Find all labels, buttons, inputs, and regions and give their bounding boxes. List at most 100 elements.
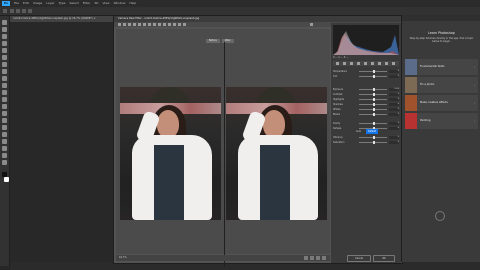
white-balance-tool-icon[interactable]: [128, 23, 131, 26]
tone-curve-icon[interactable]: [343, 62, 346, 65]
slider-value[interactable]: 0: [389, 93, 399, 96]
zoom-level[interactable]: 16.7%: [119, 256, 127, 260]
radial-filter-icon[interactable]: [168, 23, 171, 26]
effects-icon[interactable]: [378, 62, 381, 65]
menu-item-3d[interactable]: 3D: [94, 1, 98, 6]
color-sampler-icon[interactable]: [133, 23, 136, 26]
align-icon[interactable]: [22, 9, 26, 13]
default-button[interactable]: Default: [366, 129, 379, 134]
hsl-icon[interactable]: [357, 62, 360, 65]
learn-topic-item[interactable]: Painting ›: [405, 113, 478, 129]
slider-value[interactable]: 0: [389, 103, 399, 106]
menu-item-window[interactable]: Window: [114, 1, 126, 6]
slider-knob[interactable]: [373, 70, 375, 73]
zoom-tool-icon[interactable]: [2, 160, 7, 165]
slider-value[interactable]: 0: [389, 122, 399, 125]
slider-blacks[interactable]: Blacks 0: [333, 112, 399, 117]
cancel-button[interactable]: Cancel: [347, 255, 371, 262]
presets-icon[interactable]: [392, 62, 395, 65]
hand-tool-icon[interactable]: [123, 23, 126, 26]
calibration-icon[interactable]: [385, 62, 388, 65]
preferences-icon[interactable]: [173, 23, 176, 26]
detail-icon[interactable]: [350, 62, 353, 65]
slider-saturation[interactable]: Saturation 0: [333, 140, 399, 145]
frame-tool-icon[interactable]: [2, 55, 7, 60]
slider-value[interactable]: 0: [389, 136, 399, 139]
eyedropper-tool-icon[interactable]: [2, 62, 7, 67]
blur-tool-icon[interactable]: [2, 111, 7, 116]
menu-item-help[interactable]: Help: [129, 1, 136, 6]
learn-topic-item[interactable]: Fix a photo ›: [405, 77, 478, 93]
quick-select-tool-icon[interactable]: [2, 41, 7, 46]
targeted-adjustment-icon[interactable]: [138, 23, 141, 26]
copy-settings-icon[interactable]: [316, 256, 320, 260]
zoom-tool-icon[interactable]: [118, 23, 121, 26]
learn-topic-item[interactable]: Fundamental Skills ›: [405, 59, 478, 75]
slider-knob[interactable]: [373, 88, 375, 91]
menu-item-file[interactable]: File: [14, 1, 19, 6]
graduated-filter-icon[interactable]: [163, 23, 166, 26]
auto-select-checkbox[interactable]: [16, 9, 20, 13]
background-color-swatch[interactable]: [4, 177, 9, 182]
home-icon[interactable]: [3, 9, 7, 13]
swap-icon[interactable]: [310, 256, 314, 260]
clone-stamp-icon[interactable]: [2, 83, 7, 88]
lasso-tool-icon[interactable]: [2, 34, 7, 39]
slider-knob[interactable]: [373, 122, 375, 125]
crop-tool-icon[interactable]: [2, 48, 7, 53]
shape-tool-icon[interactable]: [2, 146, 7, 151]
menu-item-view[interactable]: View: [102, 1, 109, 6]
dodge-tool-icon[interactable]: [2, 118, 7, 123]
menu-item-layer[interactable]: Layer: [46, 1, 54, 6]
rotate-right-icon[interactable]: [183, 23, 186, 26]
basic-panel-icon[interactable]: [336, 62, 339, 65]
slider-knob[interactable]: [373, 113, 375, 116]
menu-item-image[interactable]: Image: [33, 1, 42, 6]
move-tool-icon[interactable]: [10, 9, 14, 13]
slider-knob[interactable]: [373, 141, 375, 144]
slider-value[interactable]: 0: [389, 113, 399, 116]
transform-tool-icon[interactable]: [143, 23, 146, 26]
adjustment-brush-icon[interactable]: [158, 23, 161, 26]
learn-topic-item[interactable]: Make creative effects ›: [405, 95, 478, 111]
history-brush-icon[interactable]: [2, 90, 7, 95]
menu-item-type[interactable]: Type: [59, 1, 66, 6]
rotate-left-icon[interactable]: [178, 23, 181, 26]
menu-item-edit[interactable]: Edit: [23, 1, 29, 6]
ok-button[interactable]: OK: [373, 255, 395, 262]
fullscreen-icon[interactable]: [310, 23, 313, 26]
healing-brush-icon[interactable]: [2, 69, 7, 74]
hand-tool-icon[interactable]: [2, 153, 7, 158]
slider-value[interactable]: 0: [389, 98, 399, 101]
split-toning-icon[interactable]: [364, 62, 367, 65]
gradient-tool-icon[interactable]: [2, 104, 7, 109]
slider-knob[interactable]: [373, 136, 375, 139]
slider-knob[interactable]: [373, 98, 375, 101]
before-after-toggle-icon[interactable]: [304, 256, 308, 260]
slider-value[interactable]: 0: [389, 70, 399, 73]
menu-item-filter[interactable]: Filter: [83, 1, 90, 6]
red-eye-icon[interactable]: [153, 23, 156, 26]
pen-tool-icon[interactable]: [2, 125, 7, 130]
marquee-tool-icon[interactable]: [2, 27, 7, 32]
toggle-settings-icon[interactable]: [322, 256, 326, 260]
slider-value[interactable]: 0: [389, 108, 399, 111]
slider-value[interactable]: 0: [389, 75, 399, 78]
type-tool-icon[interactable]: [2, 132, 7, 137]
slider-value[interactable]: 0.00: [389, 88, 399, 91]
slider-knob[interactable]: [373, 93, 375, 96]
slider-knob[interactable]: [373, 103, 375, 106]
slider-tint[interactable]: Tint 0: [333, 74, 399, 79]
menu-item-select[interactable]: Select: [70, 1, 79, 6]
slider-knob[interactable]: [373, 108, 375, 111]
path-select-icon[interactable]: [2, 139, 7, 144]
auto-button[interactable]: Auto: [354, 129, 363, 134]
slider-knob[interactable]: [373, 75, 375, 78]
spot-removal-icon[interactable]: [148, 23, 151, 26]
lens-icon[interactable]: [371, 62, 374, 65]
move-tool-icon[interactable]: [2, 20, 7, 25]
distribute-icon[interactable]: [28, 9, 32, 13]
slider-value[interactable]: 0: [389, 141, 399, 144]
brush-tool-icon[interactable]: [2, 76, 7, 81]
eraser-tool-icon[interactable]: [2, 97, 7, 102]
